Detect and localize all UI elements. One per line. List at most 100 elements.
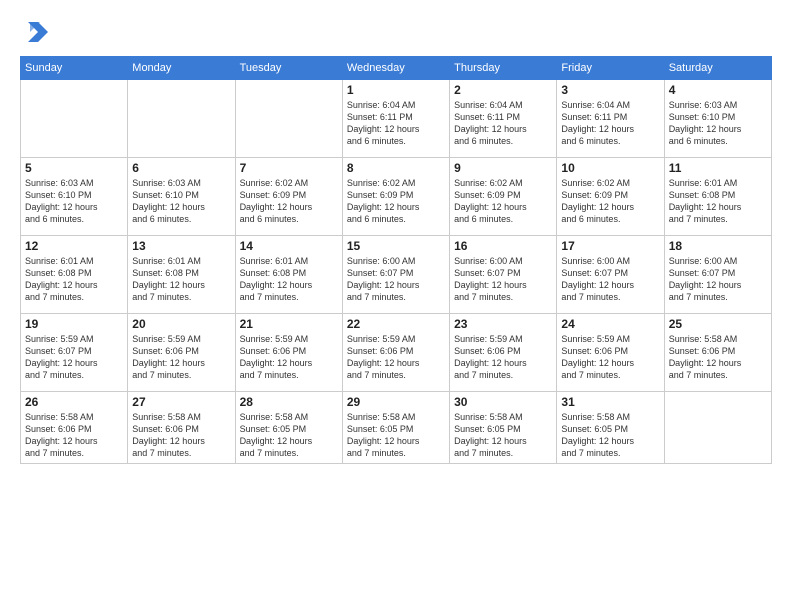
day-number: 21 xyxy=(240,317,338,331)
calendar-body: 1 Sunrise: 6:04 AM Sunset: 6:11 PM Daylig… xyxy=(21,80,772,464)
day-info: Sunrise: 5:58 AM Sunset: 6:06 PM Dayligh… xyxy=(132,411,230,460)
calendar-cell xyxy=(235,80,342,158)
calendar-cell: 30 Sunrise: 5:58 AM Sunset: 6:05 PM Dayli… xyxy=(450,392,557,464)
day-number: 29 xyxy=(347,395,445,409)
calendar-cell: 21 Sunrise: 5:59 AM Sunset: 6:06 PM Dayli… xyxy=(235,314,342,392)
day-info: Sunrise: 5:59 AM Sunset: 6:06 PM Dayligh… xyxy=(240,333,338,382)
weekday-header: Wednesday xyxy=(342,57,449,80)
day-info: Sunrise: 6:02 AM Sunset: 6:09 PM Dayligh… xyxy=(347,177,445,226)
calendar-cell: 28Sunrise: 5:58 AM Sunset: 6:05 PM Dayli… xyxy=(235,392,342,464)
calendar-cell: 31Sunrise: 5:58 AM Sunset: 6:05 PM Dayli… xyxy=(557,392,664,464)
calendar-cell: 13Sunrise: 6:01 AM Sunset: 6:08 PM Dayli… xyxy=(128,236,235,314)
calendar-header: SundayMondayTuesdayWednesdayThursdayFrid… xyxy=(21,57,772,80)
calendar-cell: 18 Sunrise: 6:00 AM Sunset: 6:07 PM Dayli… xyxy=(664,236,771,314)
day-number: 17 xyxy=(561,239,659,253)
day-number: 11 xyxy=(669,161,767,175)
calendar-cell: 8 Sunrise: 6:02 AM Sunset: 6:09 PM Daylig… xyxy=(342,158,449,236)
day-number: 2 xyxy=(454,83,552,97)
day-info: Sunrise: 6:00 AM Sunset: 6:07 PM Dayligh… xyxy=(454,255,552,304)
day-number: 16 xyxy=(454,239,552,253)
day-number: 1 xyxy=(347,83,445,97)
day-info: Sunrise: 5:58 AM Sunset: 6:06 PM Dayligh… xyxy=(25,411,123,460)
day-number: 7 xyxy=(240,161,338,175)
calendar-cell: 24Sunrise: 5:59 AM Sunset: 6:06 PM Dayli… xyxy=(557,314,664,392)
day-number: 22 xyxy=(347,317,445,331)
calendar-cell: 19 Sunrise: 5:59 AM Sunset: 6:07 PM Dayli… xyxy=(21,314,128,392)
day-info: Sunrise: 5:58 AM Sunset: 6:05 PM Dayligh… xyxy=(347,411,445,460)
calendar-cell: 17 Sunrise: 6:00 AM Sunset: 6:07 PM Dayli… xyxy=(557,236,664,314)
weekday-header: Friday xyxy=(557,57,664,80)
day-number: 15 xyxy=(347,239,445,253)
calendar-cell: 11 Sunrise: 6:01 AM Sunset: 6:08 PM Dayli… xyxy=(664,158,771,236)
calendar-cell: 2Sunrise: 6:04 AM Sunset: 6:11 PM Daylig… xyxy=(450,80,557,158)
calendar-cell xyxy=(21,80,128,158)
day-info: Sunrise: 6:01 AM Sunset: 6:08 PM Dayligh… xyxy=(669,177,767,226)
day-info: Sunrise: 6:01 AM Sunset: 6:08 PM Dayligh… xyxy=(132,255,230,304)
calendar-table: SundayMondayTuesdayWednesdayThursdayFrid… xyxy=(20,56,772,464)
calendar-week-row: 12 Sunrise: 6:01 AM Sunset: 6:08 PM Dayli… xyxy=(21,236,772,314)
day-number: 19 xyxy=(25,317,123,331)
day-info: Sunrise: 6:02 AM Sunset: 6:09 PM Dayligh… xyxy=(561,177,659,226)
logo-icon xyxy=(20,18,48,46)
calendar-cell: 20Sunrise: 5:59 AM Sunset: 6:06 PM Dayli… xyxy=(128,314,235,392)
day-info: Sunrise: 6:00 AM Sunset: 6:07 PM Dayligh… xyxy=(561,255,659,304)
weekday-header: Tuesday xyxy=(235,57,342,80)
day-number: 28 xyxy=(240,395,338,409)
weekday-header: Monday xyxy=(128,57,235,80)
day-number: 30 xyxy=(454,395,552,409)
calendar-cell: 7Sunrise: 6:02 AM Sunset: 6:09 PM Daylig… xyxy=(235,158,342,236)
day-info: Sunrise: 5:58 AM Sunset: 6:06 PM Dayligh… xyxy=(669,333,767,382)
calendar-week-row: 26Sunrise: 5:58 AM Sunset: 6:06 PM Dayli… xyxy=(21,392,772,464)
calendar-cell: 12 Sunrise: 6:01 AM Sunset: 6:08 PM Dayli… xyxy=(21,236,128,314)
day-number: 9 xyxy=(454,161,552,175)
calendar-cell: 3 Sunrise: 6:04 AM Sunset: 6:11 PM Daylig… xyxy=(557,80,664,158)
weekday-header-row: SundayMondayTuesdayWednesdayThursdayFrid… xyxy=(21,57,772,80)
day-info: Sunrise: 5:58 AM Sunset: 6:05 PM Dayligh… xyxy=(454,411,552,460)
day-number: 12 xyxy=(25,239,123,253)
calendar-cell: 27 Sunrise: 5:58 AM Sunset: 6:06 PM Dayli… xyxy=(128,392,235,464)
day-info: Sunrise: 5:59 AM Sunset: 6:07 PM Dayligh… xyxy=(25,333,123,382)
calendar-cell xyxy=(664,392,771,464)
day-number: 24 xyxy=(561,317,659,331)
day-info: Sunrise: 6:00 AM Sunset: 6:07 PM Dayligh… xyxy=(347,255,445,304)
weekday-header: Thursday xyxy=(450,57,557,80)
day-number: 27 xyxy=(132,395,230,409)
day-number: 23 xyxy=(454,317,552,331)
calendar-cell: 1 Sunrise: 6:04 AM Sunset: 6:11 PM Daylig… xyxy=(342,80,449,158)
calendar-cell: 23Sunrise: 5:59 AM Sunset: 6:06 PM Dayli… xyxy=(450,314,557,392)
day-info: Sunrise: 5:59 AM Sunset: 6:06 PM Dayligh… xyxy=(347,333,445,382)
calendar-week-row: 1 Sunrise: 6:04 AM Sunset: 6:11 PM Daylig… xyxy=(21,80,772,158)
calendar-cell: 16 Sunrise: 6:00 AM Sunset: 6:07 PM Dayli… xyxy=(450,236,557,314)
day-info: Sunrise: 6:04 AM Sunset: 6:11 PM Dayligh… xyxy=(347,99,445,148)
calendar-week-row: 5 Sunrise: 6:03 AM Sunset: 6:10 PM Daylig… xyxy=(21,158,772,236)
day-number: 6 xyxy=(132,161,230,175)
day-info: Sunrise: 6:03 AM Sunset: 6:10 PM Dayligh… xyxy=(132,177,230,226)
weekday-header: Saturday xyxy=(664,57,771,80)
day-info: Sunrise: 6:00 AM Sunset: 6:07 PM Dayligh… xyxy=(669,255,767,304)
day-info: Sunrise: 6:02 AM Sunset: 6:09 PM Dayligh… xyxy=(454,177,552,226)
page-header xyxy=(20,18,772,46)
calendar-cell: 9 Sunrise: 6:02 AM Sunset: 6:09 PM Daylig… xyxy=(450,158,557,236)
day-info: Sunrise: 6:03 AM Sunset: 6:10 PM Dayligh… xyxy=(669,99,767,148)
day-number: 14 xyxy=(240,239,338,253)
day-number: 20 xyxy=(132,317,230,331)
calendar-cell: 14Sunrise: 6:01 AM Sunset: 6:08 PM Dayli… xyxy=(235,236,342,314)
day-number: 3 xyxy=(561,83,659,97)
calendar-cell: 4Sunrise: 6:03 AM Sunset: 6:10 PM Daylig… xyxy=(664,80,771,158)
weekday-header: Sunday xyxy=(21,57,128,80)
calendar-week-row: 19 Sunrise: 5:59 AM Sunset: 6:07 PM Dayli… xyxy=(21,314,772,392)
day-number: 8 xyxy=(347,161,445,175)
day-number: 31 xyxy=(561,395,659,409)
calendar-cell: 10 Sunrise: 6:02 AM Sunset: 6:09 PM Dayli… xyxy=(557,158,664,236)
day-number: 5 xyxy=(25,161,123,175)
day-number: 10 xyxy=(561,161,659,175)
day-number: 25 xyxy=(669,317,767,331)
calendar-cell: 6 Sunrise: 6:03 AM Sunset: 6:10 PM Daylig… xyxy=(128,158,235,236)
calendar-cell: 22 Sunrise: 5:59 AM Sunset: 6:06 PM Dayli… xyxy=(342,314,449,392)
calendar-cell xyxy=(128,80,235,158)
calendar-cell: 25 Sunrise: 5:58 AM Sunset: 6:06 PM Dayli… xyxy=(664,314,771,392)
day-info: Sunrise: 6:01 AM Sunset: 6:08 PM Dayligh… xyxy=(25,255,123,304)
calendar-page: SundayMondayTuesdayWednesdayThursdayFrid… xyxy=(0,0,792,612)
day-info: Sunrise: 6:04 AM Sunset: 6:11 PM Dayligh… xyxy=(561,99,659,148)
day-number: 18 xyxy=(669,239,767,253)
